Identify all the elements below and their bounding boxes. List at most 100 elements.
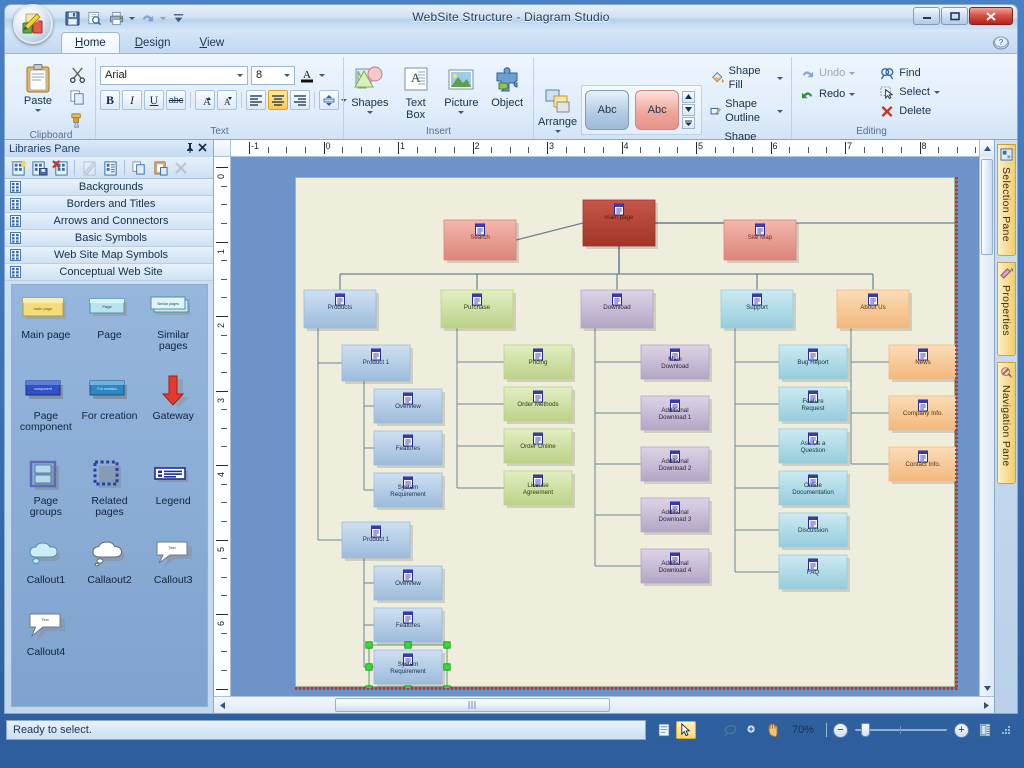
diagram-node[interactable]: Company Info. — [889, 396, 956, 433]
library-properties-icon[interactable] — [100, 158, 120, 178]
shape-outline-dropdown-icon[interactable] — [777, 110, 783, 113]
remove-icon[interactable] — [171, 158, 191, 178]
diagram-node[interactable]: FeatureRequest — [779, 387, 850, 424]
copy-icon[interactable] — [67, 87, 87, 107]
arrange-button[interactable]: Arrange — [538, 86, 577, 133]
diagram-node[interactable]: SystemRequirement — [374, 473, 445, 510]
diagram-node[interactable]: AdditionalDownload 1 — [641, 396, 712, 433]
close-button[interactable] — [969, 7, 1013, 25]
diagram-node[interactable]: Purchase — [441, 290, 516, 331]
style-scroll-up-button[interactable] — [682, 91, 695, 103]
strikethrough-button[interactable]: abc — [166, 90, 186, 110]
delete-library-icon[interactable] — [50, 158, 70, 178]
shape-outline-button[interactable]: Shape Outline — [706, 95, 787, 127]
select-button[interactable]: Select — [876, 83, 944, 101]
vertical-scroll-thumb[interactable] — [981, 159, 993, 255]
shape-callaout2[interactable]: Callaout2 — [78, 536, 142, 586]
zoom-out-button[interactable]: − — [833, 723, 848, 738]
select-dropdown-icon[interactable] — [934, 91, 940, 94]
resize-handle[interactable] — [366, 664, 372, 670]
shape-callout1[interactable]: Callout1 — [14, 536, 78, 586]
italic-button[interactable]: I — [122, 90, 142, 110]
scroll-up-button[interactable] — [979, 140, 994, 157]
pin-button[interactable] — [183, 142, 196, 156]
horizontal-ruler[interactable]: -10123456789 — [231, 140, 979, 157]
arrange-dropdown-icon[interactable] — [555, 130, 561, 133]
shape-fill-dropdown-icon[interactable] — [777, 77, 783, 80]
diagram-node[interactable]: Contact Info. — [889, 447, 956, 484]
font-size-combo[interactable]: 8 — [251, 66, 295, 85]
library-category-basic-symbols[interactable]: Basic Symbols — [5, 230, 213, 247]
align-right-icon[interactable] — [290, 90, 310, 110]
diagram-node[interactable]: Order Online — [504, 429, 575, 466]
diagram-node[interactable]: MainDownload — [641, 345, 712, 382]
website-structure-diagram[interactable]: main pageSearchSite MapProductsPurchaseD… — [296, 178, 956, 688]
font-color-dropdown-icon[interactable] — [319, 74, 325, 77]
diagram-node[interactable]: Discussion — [779, 513, 850, 550]
resize-handle[interactable] — [444, 664, 450, 670]
shapes-dropdown-icon[interactable] — [367, 111, 373, 114]
diagram-node[interactable]: SystemRequirement — [374, 650, 445, 687]
shape-callout3[interactable]: Text Callout3 — [141, 536, 205, 586]
library-category-borders-and-titles[interactable]: Borders and Titles — [5, 196, 213, 213]
cut-icon[interactable] — [67, 64, 87, 84]
grow-font-button[interactable]: A — [195, 90, 215, 110]
format-painter-icon[interactable] — [67, 110, 87, 130]
diagram-node[interactable]: Ask Us aQuestion — [779, 429, 850, 466]
new-library-icon[interactable] — [8, 158, 28, 178]
style-scroll-down-button[interactable] — [682, 104, 695, 116]
delete-button[interactable]: Delete — [876, 102, 944, 120]
diagram-node[interactable]: Overview — [374, 389, 445, 426]
library-category-arrows-and-connectors[interactable]: Arrows and Connectors — [5, 213, 213, 230]
library-category-backgrounds[interactable]: Backgrounds — [5, 179, 213, 196]
customize-qat-icon[interactable] — [169, 9, 188, 28]
underline-button[interactable]: U — [144, 90, 164, 110]
tab-home[interactable]: Home — [61, 32, 120, 53]
paste-dropdown-icon[interactable] — [35, 109, 41, 112]
scroll-down-button[interactable] — [980, 681, 994, 696]
zoom-tool-icon[interactable] — [742, 721, 762, 739]
shapes-button[interactable]: Shapes — [348, 63, 392, 114]
shape-page-groups[interactable]: Page groups — [14, 457, 78, 518]
diagram-node[interactable]: FAQ — [779, 555, 850, 592]
print-icon[interactable] — [107, 9, 126, 28]
undo-dropdown-icon[interactable] — [160, 17, 166, 20]
diagram-page[interactable]: main pageSearchSite MapProductsPurchaseD… — [295, 177, 955, 687]
application-menu-button[interactable] — [13, 4, 53, 44]
diagram-node[interactable]: Overview — [374, 566, 445, 603]
shape-related-pages[interactable]: Related pages — [78, 457, 142, 518]
close-icon[interactable] — [196, 143, 209, 155]
vertical-ruler[interactable]: 01234567 — [214, 157, 231, 696]
diagram-node[interactable]: Download — [581, 290, 656, 331]
textbox-button[interactable]: A Text Box — [394, 63, 438, 121]
diagram-node[interactable]: Features — [374, 431, 445, 468]
diagram-node[interactable]: Features — [374, 608, 445, 645]
canvas-scroll-region[interactable]: main pageSearchSite MapProductsPurchaseD… — [231, 157, 979, 696]
undo-dropdown-icon[interactable] — [849, 72, 855, 75]
scroll-left-button[interactable] — [214, 697, 230, 713]
shape-similar-pages[interactable]: Similar pages Similar pages — [141, 291, 205, 352]
shape-main-page[interactable]: main page Main page — [14, 291, 78, 352]
tab-design[interactable]: Design — [121, 32, 185, 53]
font-color-icon[interactable]: A — [298, 65, 316, 85]
pan-tool-icon[interactable] — [764, 721, 784, 739]
find-button[interactable]: Find — [876, 64, 944, 82]
resize-handle[interactable] — [444, 686, 450, 688]
diagram-node[interactable]: Products — [304, 290, 379, 331]
picture-dropdown-icon[interactable] — [458, 111, 464, 114]
diagram-node[interactable]: About Us — [837, 290, 912, 331]
help-icon[interactable]: ? — [992, 34, 1010, 52]
zoom-in-button[interactable]: + — [954, 723, 969, 738]
paste-icon[interactable] — [150, 158, 170, 178]
tab-properties[interactable]: A Properties — [997, 262, 1016, 356]
bold-button[interactable]: B — [100, 90, 120, 110]
print-dropdown-icon[interactable] — [129, 17, 135, 20]
tab-navigation-pane[interactable]: Navigation Pane — [997, 362, 1016, 484]
diagram-node[interactable]: Product 1 — [342, 522, 413, 561]
print-preview-icon[interactable] — [85, 9, 104, 28]
picture-button[interactable]: Picture — [440, 63, 484, 114]
tab-view[interactable]: View — [186, 32, 239, 53]
resize-grip[interactable] — [1000, 724, 1012, 736]
undo-icon[interactable] — [138, 9, 157, 28]
align-center-icon[interactable] — [268, 90, 288, 110]
